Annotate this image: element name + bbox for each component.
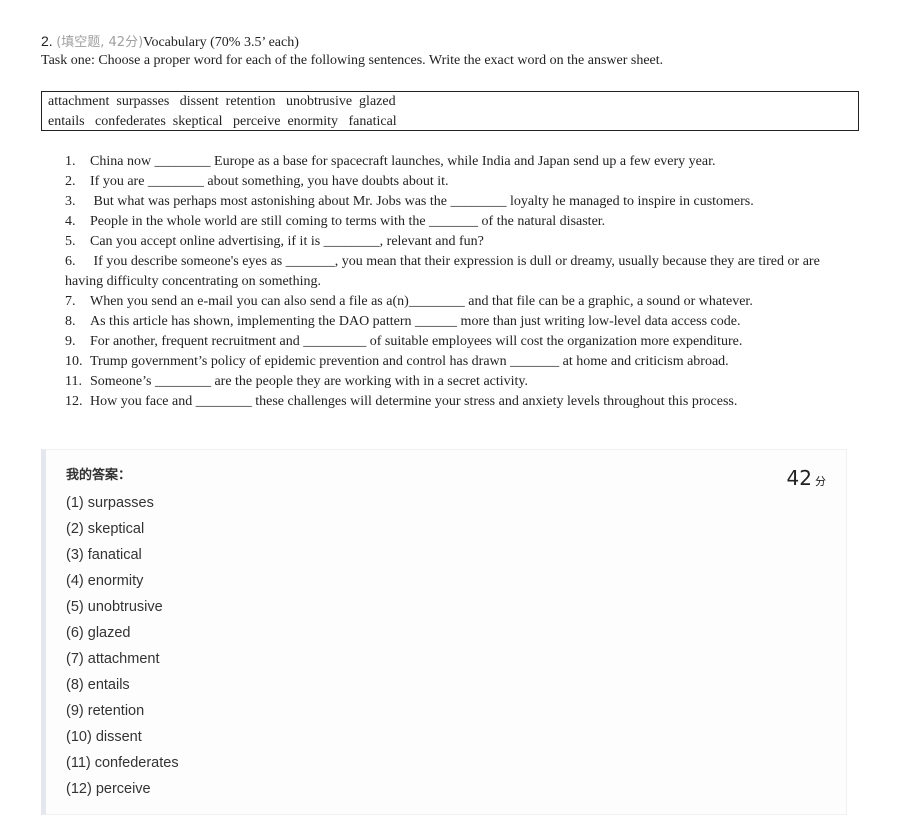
answer-item: (10) dissent — [66, 729, 142, 745]
sentence-text: For another, frequent recruitment and __… — [90, 334, 743, 349]
sentence-item: 6. If you describe someone's eyes as ___… — [65, 252, 835, 272]
score-value: 42 — [786, 466, 812, 490]
sentence-text: Trump government’s policy of epidemic pr… — [90, 354, 729, 369]
answer-item: (7) attachment — [66, 651, 160, 667]
score-unit: 分 — [815, 475, 826, 488]
answer-item: (5) unobtrusive — [66, 599, 163, 615]
sentence-number: 4. — [65, 214, 76, 229]
sentence-text: But what was perhaps most astonishing ab… — [90, 194, 754, 209]
answer-item: (12) perceive — [66, 781, 151, 797]
sentence-text: having difficulty concentrating on somet… — [65, 274, 321, 289]
sentence-number: 12. — [65, 394, 83, 409]
sentence-item: 10. Trump government’s policy of epidemic… — [65, 352, 835, 372]
sentence-number: 5. — [65, 234, 76, 249]
my-answer-label: 我的答案： — [66, 468, 132, 483]
word-bank-row: attachment surpasses dissent retention u… — [48, 94, 396, 109]
sentence-item: 4. People in the whole world are still co… — [65, 212, 835, 232]
sentence-item: 2. If you are ________ about something, y… — [65, 172, 835, 192]
sentence-text: As this article has shown, implementing … — [90, 314, 741, 329]
sentence-item: 11. Someone’s ________ are the people the… — [65, 372, 835, 392]
answer-list: (1) surpasses (2) skeptical (3) fanatica… — [66, 490, 179, 802]
sentence-item: 5. Can you accept online advertising, if … — [65, 232, 835, 252]
word-bank-row: entails confederates skeptical perceive … — [48, 114, 397, 129]
sentence-number: 2. — [65, 174, 76, 189]
word-bank: attachment surpasses dissent retention u… — [41, 91, 859, 131]
sentence-text: Someone’s ________ are the people they a… — [90, 374, 529, 389]
answer-item: (3) fanatical — [66, 547, 142, 563]
sentence-text: How you face and ________ these challeng… — [90, 394, 738, 409]
sentence-number: 11. — [65, 374, 82, 389]
sentence-text: Can you accept online advertising, if it… — [90, 234, 484, 249]
task-instruction: Task one: Choose a proper word for each … — [41, 53, 664, 68]
question-header: 2. (填空题, 42分)Vocabulary (70% 3.5’ each) — [41, 31, 299, 53]
question-type: (填空题, 42分) — [56, 35, 144, 50]
sentence-number: 3. — [65, 194, 76, 209]
sentence-list: 1. China now ________ Europe as a base fo… — [65, 152, 835, 412]
sentence-item: 8. As this article has shown, implementin… — [65, 312, 835, 332]
sentence-item: 7. When you send an e-mail you can also s… — [65, 292, 835, 312]
sentence-item: 12. How you face and ________ these chall… — [65, 392, 835, 412]
sentence-number: 1. — [65, 154, 76, 169]
answer-item: (8) entails — [66, 677, 130, 693]
sentence-text: China now ________ Europe as a base for … — [90, 154, 716, 169]
sentence-number: 7. — [65, 294, 76, 309]
answer-item: (6) glazed — [66, 625, 131, 641]
sentence-number: 8. — [65, 314, 76, 329]
answer-item: (9) retention — [66, 703, 145, 719]
sentence-text: When you send an e-mail you can also sen… — [90, 294, 753, 309]
sentence-number: 10. — [65, 354, 83, 369]
question-title: Vocabulary (70% 3.5’ each) — [143, 35, 299, 50]
score-display: 42 分 — [787, 466, 826, 490]
answer-item: (1) surpasses — [66, 495, 154, 511]
sentence-number: 9. — [65, 334, 76, 349]
question-number: 2. — [41, 33, 53, 49]
sentence-text: If you describe someone's eyes as ______… — [90, 254, 820, 269]
sentence-item: 1. China now ________ Europe as a base fo… — [65, 152, 835, 172]
sentence-item: 9. For another, frequent recruitment and … — [65, 332, 835, 352]
answer-item: (11) confederates — [66, 755, 179, 771]
sentence-item: 3. But what was perhaps most astonishing… — [65, 192, 835, 212]
answer-card: 我的答案： 42 分 (1) surpasses (2) skeptical (3… — [41, 449, 847, 815]
sentence-text: If you are ________ about something, you… — [90, 174, 449, 189]
answer-item: (2) skeptical — [66, 521, 145, 537]
answer-item: (4) enormity — [66, 573, 144, 589]
sentence-text: People in the whole world are still comi… — [90, 214, 606, 229]
sentence-number: 6. — [65, 254, 76, 269]
sentence-continuation: having difficulty concentrating on somet… — [65, 272, 835, 292]
